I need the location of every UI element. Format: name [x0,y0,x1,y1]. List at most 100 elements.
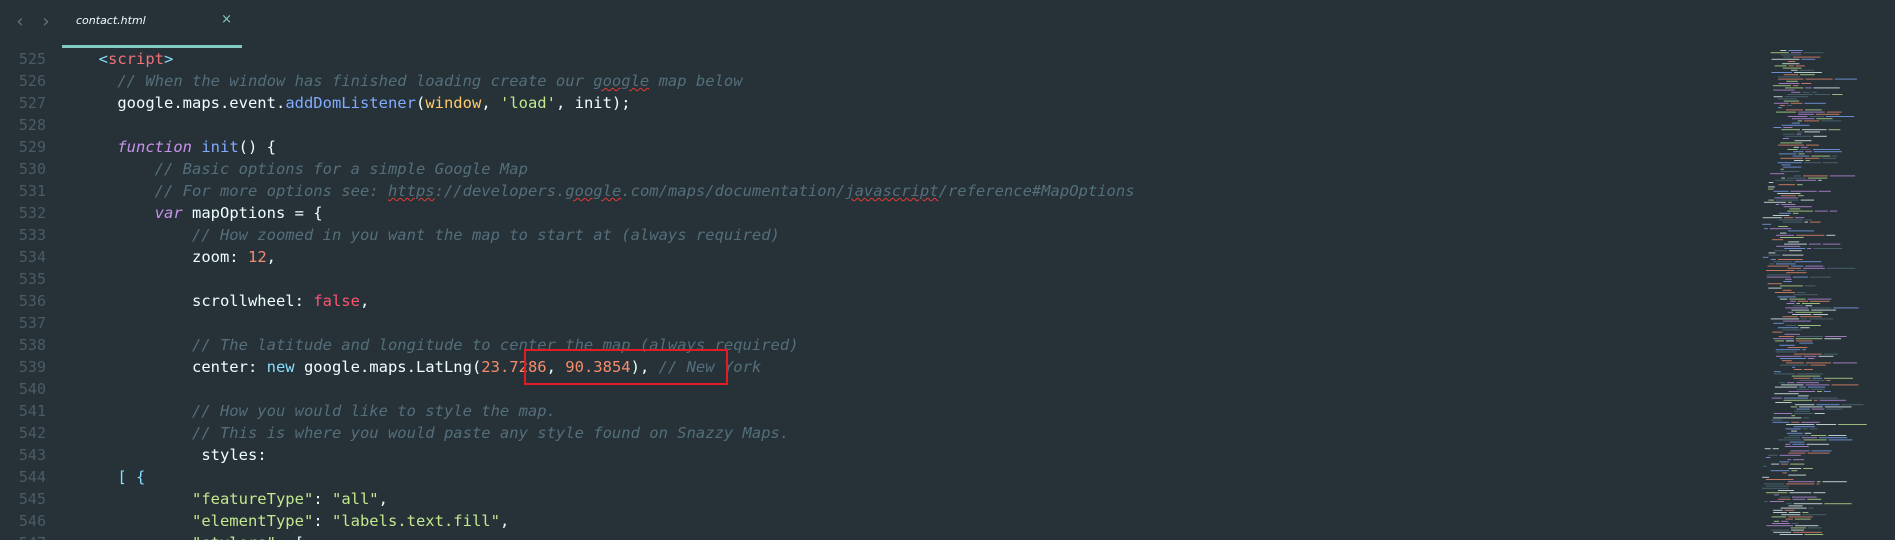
minimap-code-mark [1792,314,1812,315]
minimap-code-mark [1813,492,1826,494]
tab-contact-html[interactable]: contact.html × [62,0,242,48]
code-line[interactable]: 546 "elementType": "labels.text.fill", [0,510,1760,532]
minimap-code-mark [1762,217,1782,219]
minimap-code-mark [1784,437,1800,439]
minimap-code-mark [1774,292,1795,293]
minimap-code-mark [1794,413,1813,414]
code-line[interactable]: 528 [0,114,1760,136]
code-line[interactable]: 525 <script> [0,48,1760,70]
minimap-code-mark [1770,259,1776,260]
code-line[interactable]: 540 [0,378,1760,400]
minimap-code-mark [1790,450,1810,452]
minimap-code-mark [1776,234,1795,236]
minimap-code-mark [1791,309,1810,311]
minimap-code-mark [1822,162,1838,164]
minimap-code-mark [1782,360,1792,362]
code-token: , [359,292,370,310]
code-token: google.maps.event. [117,94,286,112]
code-line[interactable]: 539 center: new google.maps.LatLng(23.72… [0,356,1760,378]
minimap-code-mark [1813,135,1827,137]
line-number: 526 [18,72,46,90]
code-editor[interactable]: 525 <script> 526 // When the window has f… [0,48,1760,540]
code-line[interactable]: 538 // The latitude and longitude to cen… [0,334,1760,356]
minimap-code-mark [1767,188,1774,190]
minimap-code-mark [1826,267,1856,269]
minimap-code-mark [1814,94,1831,95]
close-icon[interactable]: × [221,12,232,27]
minimap-code-mark [1787,267,1801,269]
code-line[interactable]: 526 // When the window has finished load… [0,70,1760,92]
code-line[interactable]: 545 "featureType": "all", [0,488,1760,510]
minimap-code-mark [1789,208,1801,210]
code-line[interactable]: 532 var mapOptions = { [0,202,1760,224]
minimap-code-mark [1796,408,1810,410]
minimap-code-mark [1766,492,1788,494]
code-line[interactable]: 544 [ { [0,466,1760,488]
minimap-code-mark [1766,479,1794,480]
code-line[interactable]: 529 function init() { [0,136,1760,158]
code-line[interactable]: 542 // This is where you would paste any… [0,422,1760,444]
minimap-code-mark [1784,243,1807,245]
code-token: , [378,490,388,508]
minimap-code-mark [1768,199,1775,201]
code-line[interactable]: 541 // How you would like to style the m… [0,400,1760,422]
minimap-code-mark [1784,96,1809,98]
forward-arrow-icon[interactable]: › [36,10,56,34]
minimap-code-mark [1813,314,1828,315]
code-line[interactable]: 537 [0,312,1760,334]
minimap-code-mark [1809,116,1824,117]
code-line[interactable]: 543 styles: [0,444,1760,466]
minimap-code-mark [1803,175,1828,177]
code-line[interactable]: 547 "stylers": [ [0,532,1760,540]
code-token: ://developers. [434,182,566,200]
code-token: zoom: [191,248,248,266]
back-arrow-icon[interactable]: ‹ [10,10,30,34]
code-text: // The latitude and longitude to center … [80,334,799,356]
minimap-code-mark [1773,338,1794,340]
minimap-code-mark [1786,272,1807,274]
code-line[interactable]: 531 // For more options see: https://dev… [0,180,1760,202]
code-line[interactable]: 534 zoom: 12, [0,246,1760,268]
minimap-code-mark [1797,120,1803,122]
minimap-code-mark [1810,364,1826,366]
minimap-code-mark [1785,278,1792,280]
minimap-code-mark [1798,395,1809,397]
minimap-code-mark [1818,437,1848,439]
minimap-code-mark [1778,144,1805,146]
line-number: 536 [18,292,46,310]
minimap-code-mark [1807,498,1822,500]
minimap-code-mark [1781,54,1802,56]
minimap-code-mark [1811,309,1837,311]
minimap-code-mark [1785,518,1793,520]
minimap-code-mark [1780,364,1809,366]
minimap-code-mark [1808,507,1814,509]
code-line[interactable]: 527 google.maps.event.addDomListener(win… [0,92,1760,114]
minimap-code-mark [1801,437,1817,439]
minimap-code-mark [1805,305,1813,307]
minimap-code-mark [1826,380,1831,381]
line-number: 539 [18,358,46,376]
minimap-code-mark [1828,129,1841,131]
minimap-code-mark [1824,338,1841,340]
minimap-code-mark [1780,507,1807,509]
minimap-code-mark [1778,226,1788,227]
line-number: 541 [18,402,46,420]
minimap-code-mark [1790,102,1803,104]
code-line[interactable]: 530 // Basic options for a simple Google… [0,158,1760,180]
minimap-code-mark [1782,63,1800,65]
code-line[interactable]: 536 scrollwheel: false, [0,290,1760,312]
minimap-code-mark [1822,481,1847,483]
minimap-code-mark [1779,454,1801,456]
minimap-code-mark [1780,171,1800,172]
code-token: "labels.text.fill" [331,512,500,530]
minimap-code-mark [1768,287,1782,289]
code-line[interactable]: 533 // How zoomed in you want the map to… [0,224,1760,246]
minimap-code-mark [1782,329,1802,331]
code-line[interactable]: 535 [0,268,1760,290]
minimap-code-mark [1796,373,1823,375]
minimap-code-mark [1781,463,1789,465]
minimap[interactable] [1760,48,1895,540]
